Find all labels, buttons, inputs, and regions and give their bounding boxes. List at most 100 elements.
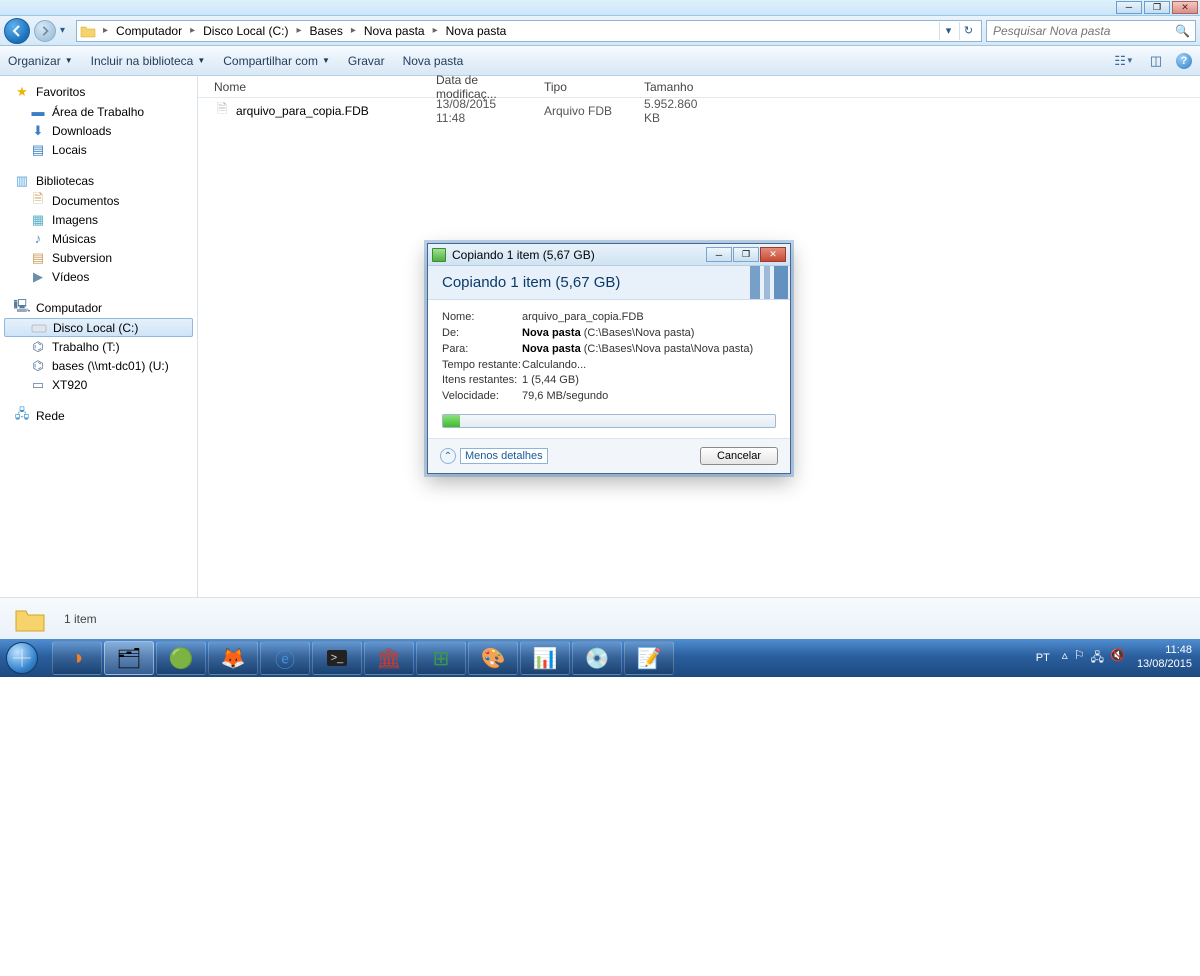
tree-item-trabalho-t[interactable]: ⌬ Trabalho (T:) — [0, 337, 197, 356]
tree-item-area-de-trabalho[interactable]: ▬ Área de Trabalho — [0, 102, 197, 121]
tree-header-bibliotecas[interactable]: ▥ Bibliotecas — [0, 171, 197, 191]
cancel-button[interactable]: Cancelar — [700, 447, 778, 465]
taskbar-app-notes[interactable]: 📝 — [624, 641, 674, 675]
tree-item-imagens[interactable]: ▦ Imagens — [0, 210, 197, 229]
network-tray-icon[interactable]: 🖧 — [1091, 648, 1104, 669]
dialog-banner: Copiando 1 item (5,67 GB) — [428, 266, 790, 300]
file-row[interactable]: 🗎 arquivo_para_copia.FDB 13/08/2015 11:4… — [198, 98, 1200, 120]
view-options-button[interactable]: ☷ ▼ — [1112, 50, 1136, 72]
maximize-button[interactable]: ❐ — [1144, 1, 1170, 14]
tree-item-documentos[interactable]: 🗎 Documentos — [0, 191, 197, 210]
tree-item-locais[interactable]: ▤ Locais — [0, 140, 197, 159]
desktop-icon: ▬ — [30, 104, 46, 120]
language-indicator[interactable]: PT — [1036, 652, 1050, 664]
dialog-minimize-button[interactable]: ─ — [706, 247, 732, 262]
dialog-body: Nome:arquivo_para_copia.FDB De:Nova past… — [428, 300, 790, 438]
tree-header-rede[interactable]: 🖧 Rede — [0, 406, 197, 426]
refresh-button[interactable]: ↻ — [959, 22, 977, 40]
dlg-label-tempo: Tempo restante: — [442, 358, 522, 373]
taskbar-app-ie[interactable]: ⓔ — [260, 641, 310, 675]
crumb-computador[interactable]: Computador — [110, 21, 188, 41]
tree-label: Favoritos — [36, 85, 85, 99]
taskbar-app-firefox[interactable]: 🦊 — [208, 641, 258, 675]
taskbar-app-red[interactable]: 🏛 — [364, 641, 414, 675]
forward-button[interactable] — [34, 20, 56, 42]
details-toggle-label: Menos detalhes — [460, 448, 548, 464]
tree-favoritos: ★ Favoritos ▬ Área de Trabalho ⬇ Downloa… — [0, 82, 197, 159]
column-header-tipo[interactable]: Tipo — [534, 76, 634, 97]
taskbar-app-disc[interactable]: 💿 — [572, 641, 622, 675]
column-header-data[interactable]: Data de modificaç... — [426, 76, 534, 97]
tree-label: Locais — [52, 143, 87, 157]
dialog-close-button[interactable]: ✕ — [760, 247, 786, 262]
crumb-nova-pasta-1[interactable]: Nova pasta — [358, 21, 431, 41]
breadcrumb-dropdown-icon[interactable]: ▾ — [939, 22, 957, 40]
downloads-icon: ⬇ — [30, 123, 46, 139]
taskbar-app-taskmgr[interactable]: ⊞ — [416, 641, 466, 675]
toolbar-gravar[interactable]: Gravar — [348, 54, 385, 68]
toolbar-incluir-biblioteca[interactable]: Incluir na biblioteca ▼ — [91, 54, 206, 68]
preview-pane-button[interactable]: ◫ — [1144, 50, 1168, 72]
taskbar-app-chart[interactable]: 📊 — [520, 641, 570, 675]
toolbar-label: Compartilhar com — [223, 54, 318, 68]
crumb-nova-pasta-2[interactable]: Nova pasta — [440, 21, 513, 41]
console-icon: >_ — [327, 650, 348, 666]
recent-icon: ▤ — [30, 142, 46, 158]
tree-label: Trabalho (T:) — [52, 340, 120, 354]
tree-label: Downloads — [52, 124, 111, 138]
taskbar-app-explorer[interactable]: 🗂 — [104, 641, 154, 675]
dialog-maximize-button[interactable]: ❐ — [733, 247, 759, 262]
taskbar-app-paint[interactable]: 🎨 — [468, 641, 518, 675]
close-button[interactable]: ✕ — [1172, 1, 1198, 14]
search-icon[interactable]: 🔍 — [1175, 24, 1191, 38]
tree-label: Imagens — [52, 213, 98, 227]
column-header-tamanho[interactable]: Tamanho — [634, 76, 706, 97]
tree-item-disco-local-c[interactable]: Disco Local (C:) — [4, 318, 193, 337]
help-button[interactable]: ? — [1176, 53, 1192, 69]
column-header-nome[interactable]: Nome — [198, 76, 426, 97]
device-icon: ▭ — [30, 377, 46, 393]
back-button[interactable] — [4, 18, 30, 44]
breadcrumb-separator: ▸ — [188, 25, 197, 36]
chevron-down-icon: ▼ — [322, 56, 330, 65]
tree-item-downloads[interactable]: ⬇ Downloads — [0, 121, 197, 140]
clock[interactable]: 11:48 13/08/2015 — [1137, 644, 1192, 672]
file-size: 5.952.860 KB — [634, 97, 706, 125]
tree-item-subversion[interactable]: ▤ Subversion — [0, 248, 197, 267]
tree-header-computador[interactable]: 🖳 Computador — [0, 298, 197, 318]
folder-icon — [12, 603, 48, 635]
dialog-titlebar[interactable]: Copiando 1 item (5,67 GB) ─ ❐ ✕ — [428, 244, 790, 266]
clock-date: 13/08/2015 — [1137, 658, 1192, 672]
taskbar: ◑ 🗂 🟢 🦊 ⓔ >_ 🏛 ⊞ 🎨 📊 💿 📝 PT ▵ ⚐ 🖧 🔇 11:4… — [0, 639, 1200, 677]
tree-label: Área de Trabalho — [52, 105, 144, 119]
taskbar-app-chrome[interactable]: 🟢 — [156, 641, 206, 675]
minimize-button[interactable]: ─ — [1116, 1, 1142, 14]
history-dropdown[interactable]: ▾ — [60, 25, 72, 36]
details-toggle[interactable]: ⌃ Menos detalhes — [440, 448, 548, 464]
volume-icon[interactable]: 🔇 — [1110, 648, 1125, 669]
start-button[interactable] — [0, 639, 44, 677]
toolbar-compartilhar[interactable]: Compartilhar com ▼ — [223, 54, 330, 68]
dlg-value-itens: 1 (5,44 GB) — [522, 373, 776, 388]
tree-item-xt920[interactable]: ▭ XT920 — [0, 375, 197, 394]
chrome-icon: 🟢 — [169, 646, 194, 671]
crumb-bases[interactable]: Bases — [304, 21, 349, 41]
chevron-down-icon: ▼ — [197, 56, 205, 65]
tree-item-videos[interactable]: ▶ Vídeos — [0, 267, 197, 286]
taskbar-apps: ◑ 🗂 🟢 🦊 ⓔ >_ 🏛 ⊞ 🎨 📊 💿 📝 — [44, 641, 674, 675]
breadcrumb[interactable]: ▸ Computador ▸ Disco Local (C:) ▸ Bases … — [76, 20, 982, 42]
search-input[interactable] — [991, 23, 1175, 39]
windows-orb-icon — [6, 642, 38, 674]
taskbar-app-mediaplayer[interactable]: ◑ — [52, 641, 102, 675]
toolbar-organizar[interactable]: Organizar ▼ — [8, 54, 73, 68]
tree-item-bases-u[interactable]: ⌬ bases (\\mt-dc01) (U:) — [0, 356, 197, 375]
flag-icon[interactable]: ⚐ — [1074, 648, 1085, 669]
search-box[interactable]: 🔍 — [986, 20, 1196, 42]
tree-header-favoritos[interactable]: ★ Favoritos — [0, 82, 197, 102]
taskbar-app-cmd[interactable]: >_ — [312, 641, 362, 675]
tray-expand-icon[interactable]: ▵ — [1062, 648, 1068, 669]
dialog-title: Copiando 1 item (5,67 GB) — [452, 248, 595, 262]
crumb-disco-c[interactable]: Disco Local (C:) — [197, 21, 294, 41]
toolbar-nova-pasta[interactable]: Nova pasta — [403, 54, 464, 68]
tree-item-musicas[interactable]: ♪ Músicas — [0, 229, 197, 248]
